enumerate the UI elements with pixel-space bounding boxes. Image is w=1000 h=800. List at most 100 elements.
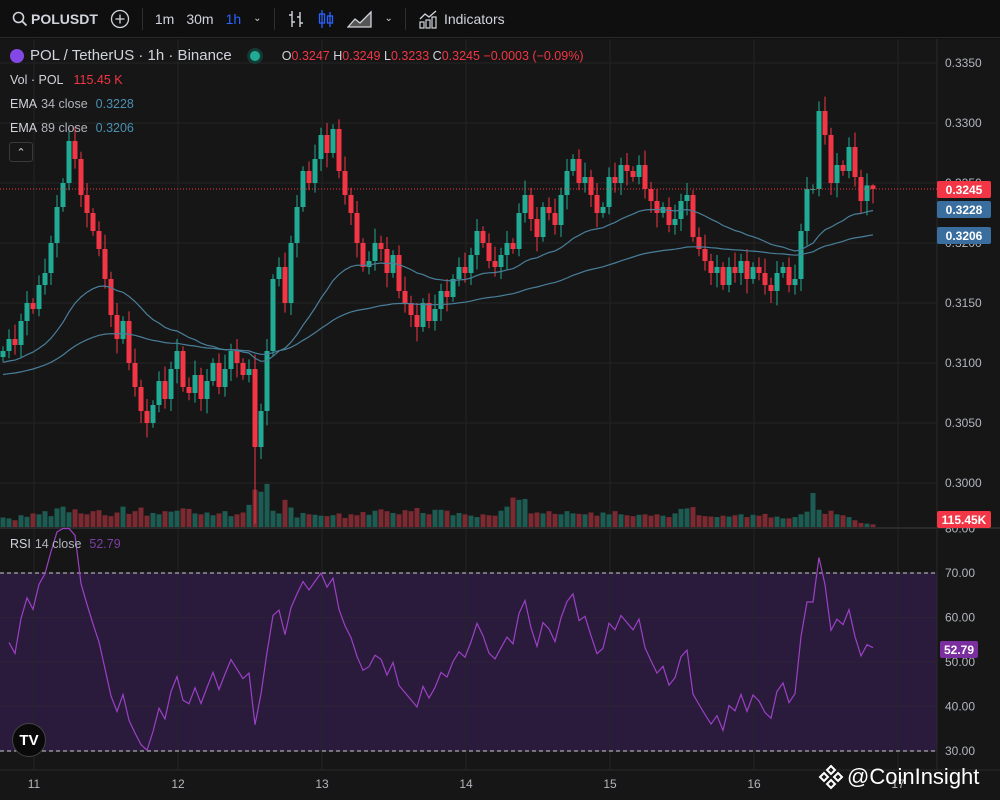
- volume-bar: [300, 512, 306, 527]
- chart-title: POL / TetherUS · 1h · Binance: [30, 47, 232, 64]
- candle-body: [576, 159, 582, 183]
- ema89-params: 89 close: [41, 121, 88, 135]
- volume-bar: [732, 515, 738, 527]
- interval-30m[interactable]: 30m: [180, 0, 219, 38]
- candle-body: [504, 243, 510, 255]
- volume-bar: [306, 514, 312, 527]
- area-chart-type-button[interactable]: [341, 0, 379, 38]
- volume-bar: [786, 518, 792, 527]
- ema89-legend[interactable]: EMA 89 close 0.3206: [10, 121, 134, 135]
- volume-bar: [720, 515, 726, 527]
- candle-body: [174, 351, 180, 369]
- volume-bar: [414, 507, 420, 527]
- candle-body: [204, 381, 210, 399]
- candle-body: [402, 291, 408, 303]
- volume-bar: [258, 491, 264, 527]
- volume-bar: [114, 512, 120, 527]
- volume-bar: [846, 517, 852, 527]
- price-tick-label: 0.3100: [945, 356, 982, 370]
- volume-bar: [588, 512, 594, 527]
- interval-1h[interactable]: 1h: [220, 0, 248, 38]
- candle-body: [0, 351, 6, 357]
- volume-bar: [192, 513, 198, 527]
- ema34-params: 34 close: [41, 97, 88, 111]
- ema34-legend[interactable]: EMA 34 close 0.3228: [10, 97, 134, 111]
- volume-bar: [696, 515, 702, 527]
- collapse-legend-button[interactable]: ⌃: [9, 142, 33, 162]
- price-chart[interactable]: 111213141516170.33500.33000.32500.32000.…: [0, 39, 1000, 800]
- candle-body: [480, 231, 486, 243]
- volume-bar: [612, 511, 618, 527]
- interval-1m[interactable]: 1m: [149, 0, 180, 38]
- rsi-tick-label: 60.00: [945, 611, 975, 625]
- candles-chart-type-button[interactable]: [311, 0, 341, 38]
- candle-body: [42, 273, 48, 285]
- compare-symbol-button[interactable]: [104, 0, 136, 38]
- volume-bar: [552, 513, 558, 527]
- volume-bar: [138, 507, 144, 527]
- volume-bar: [420, 512, 426, 527]
- low-label: L: [383, 48, 391, 63]
- candle-body: [330, 129, 336, 153]
- symbol-search[interactable]: POLUSDT: [0, 0, 104, 38]
- low-value: 0.3233: [390, 48, 430, 63]
- candle-body: [840, 165, 846, 171]
- candle-body: [426, 303, 432, 321]
- volume-bar: [48, 516, 54, 527]
- candle-body: [270, 279, 276, 351]
- candle-body: [828, 135, 834, 183]
- volume-bar: [714, 517, 720, 527]
- candle-body: [336, 129, 342, 171]
- candle-body: [90, 213, 96, 231]
- volume-bar: [750, 514, 756, 527]
- candle-body: [528, 195, 534, 219]
- rsi-legend[interactable]: RSI 14 close 52.79: [10, 537, 121, 551]
- volume-bar: [558, 514, 564, 527]
- volume-bar: [654, 514, 660, 527]
- volume-bar: [522, 498, 528, 527]
- volume-bar: [180, 508, 186, 527]
- volume-bar: [516, 499, 522, 527]
- candle-body: [138, 387, 144, 411]
- candle-body: [456, 267, 462, 279]
- ema34-badge: 0.3228: [937, 201, 991, 218]
- volume-bar: [648, 515, 654, 527]
- candle-body: [654, 201, 660, 213]
- candle-body: [258, 411, 264, 447]
- candle-body: [66, 141, 72, 183]
- volume-bar: [126, 513, 132, 527]
- candle-body: [594, 195, 600, 213]
- rsi-params: 14 close: [34, 537, 82, 551]
- bar-chart-type-button[interactable]: [281, 0, 311, 38]
- candle-body: [768, 285, 774, 291]
- candle-body: [714, 267, 720, 273]
- volume-legend[interactable]: Vol · POL 115.45 K: [10, 73, 123, 87]
- tradingview-logo[interactable]: TV: [12, 723, 46, 757]
- candle-body: [372, 243, 378, 261]
- chart-type-dropdown[interactable]: ⌄: [379, 0, 399, 38]
- close-label: C: [432, 48, 442, 63]
- volume-bar: [468, 515, 474, 527]
- volume-bar: [60, 506, 66, 527]
- volume-bar: [678, 508, 684, 527]
- candle-body: [126, 321, 132, 363]
- indicators-button[interactable]: Indicators: [412, 0, 511, 38]
- rsi-tick-label: 70.00: [945, 566, 975, 580]
- candle-body: [114, 315, 120, 339]
- candle-body: [522, 195, 528, 213]
- volume-bar: [408, 511, 414, 527]
- volume-bar: [168, 511, 174, 527]
- volume-bar: [780, 518, 786, 527]
- candle-body: [690, 195, 696, 237]
- candle-body: [762, 273, 768, 285]
- volume-value: 115.45 K: [73, 73, 123, 87]
- candle-body: [36, 285, 42, 309]
- divider: [273, 7, 275, 30]
- volume-bar: [336, 513, 342, 527]
- candle-body: [720, 267, 726, 285]
- volume-bar: [606, 514, 612, 527]
- volume-bar: [630, 516, 636, 527]
- interval-dropdown[interactable]: ⌄: [247, 0, 267, 38]
- volume-bar: [36, 514, 42, 527]
- candle-body: [360, 243, 366, 267]
